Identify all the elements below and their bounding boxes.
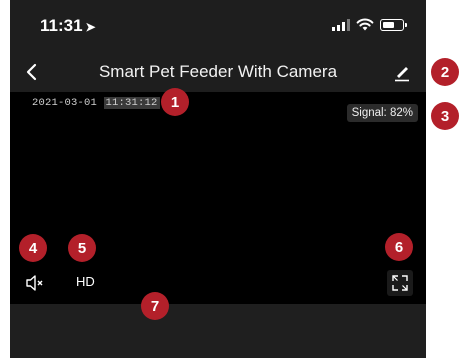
video-timestamp: 2021-03-01 11:31:12	[32, 97, 160, 109]
camera-video-feed[interactable]: 2021-03-01 11:31:12 Signal: 82% HD	[10, 92, 426, 304]
bottom-panel	[10, 304, 426, 358]
status-icons	[332, 18, 407, 31]
callout-marker-6: 6	[385, 233, 413, 261]
callout-marker-2: 2	[431, 58, 459, 86]
page-title: Smart Pet Feeder With Camera	[98, 62, 338, 81]
clock-text: 11:31	[40, 16, 83, 35]
callout-marker-4: 4	[19, 234, 47, 262]
signal-value: 82%	[389, 107, 413, 119]
timestamp-date: 2021-03-01	[32, 97, 98, 109]
speaker-muted-icon[interactable]	[25, 274, 45, 292]
signal-badge: Signal: 82%	[346, 104, 418, 122]
location-arrow-icon: ➤	[85, 20, 96, 34]
callout-marker-7: 7	[141, 292, 169, 320]
pencil-icon[interactable]	[392, 62, 412, 82]
status-time: 11:31 ➤	[40, 16, 96, 36]
battery-icon	[380, 18, 407, 31]
callout-marker-1: 1	[161, 88, 189, 116]
hd-quality-button[interactable]: HD	[76, 274, 95, 289]
fullscreen-button[interactable]	[387, 270, 413, 296]
status-bar: 11:31 ➤	[10, 0, 426, 50]
nav-bar: Smart Pet Feeder With Camera	[10, 52, 426, 92]
cellular-signal-icon	[332, 18, 350, 31]
callout-marker-5: 5	[68, 234, 96, 262]
signal-label: Signal:	[351, 107, 387, 119]
timestamp-time: 11:31:12	[103, 97, 160, 109]
phone-screen: 11:31 ➤ Smart Pet Feeder With Camera 202…	[10, 0, 426, 358]
callout-marker-3: 3	[431, 102, 459, 130]
fullscreen-icon	[392, 275, 408, 291]
wifi-icon	[356, 18, 374, 31]
